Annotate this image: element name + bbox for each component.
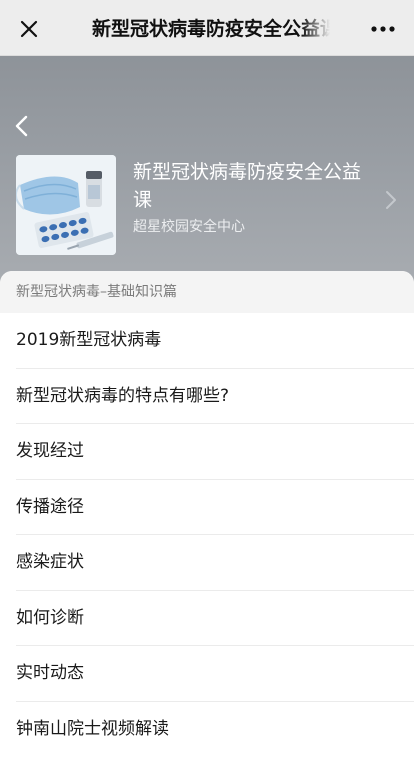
list-item[interactable]: 感染症状 [16, 535, 414, 591]
course-title[interactable]: 新型冠状病毒防疫安全公益课 [133, 158, 373, 214]
nav-bar: 新型冠状病毒防疫安全公益课 [0, 0, 414, 56]
list-item[interactable]: 钟南山院士视频解读 [16, 702, 414, 758]
chevron-right-icon[interactable] [384, 189, 398, 211]
course-subtitle: 超星校园安全中心 [133, 219, 245, 235]
more-dots-icon[interactable] [366, 14, 400, 44]
list-item[interactable]: 新型冠状病毒的特点有哪些? [16, 369, 414, 424]
course-thumbnail[interactable] [16, 155, 116, 255]
list-item[interactable]: 实时动态 [16, 646, 414, 702]
back-icon[interactable] [10, 112, 34, 140]
page-title: 新型冠状病毒防疫安全公益课 [92, 18, 330, 40]
list-item[interactable]: 发现经过 [16, 424, 414, 480]
close-icon[interactable] [14, 14, 44, 44]
list-item[interactable]: 如何诊断 [16, 591, 414, 646]
chapter-list: 新型冠状病毒–基础知识篇 2019新型冠状病毒 新型冠状病毒的特点有哪些? 发现经过… [0, 271, 414, 760]
list-item[interactable]: 2019新型冠状病毒 [16, 313, 414, 369]
list-items: 2019新型冠状病毒 新型冠状病毒的特点有哪些? 发现经过 传播途径 感染症状 如何诊断实… [0, 313, 414, 757]
section-header: 新型冠状病毒–基础知识篇 [0, 271, 414, 313]
list-item[interactable]: 传播途径 [16, 480, 414, 535]
page: 新型冠状病毒防疫安全公益课 新型冠状病毒防疫安全公益课 超星校园安全中心 新型冠… [0, 0, 414, 760]
